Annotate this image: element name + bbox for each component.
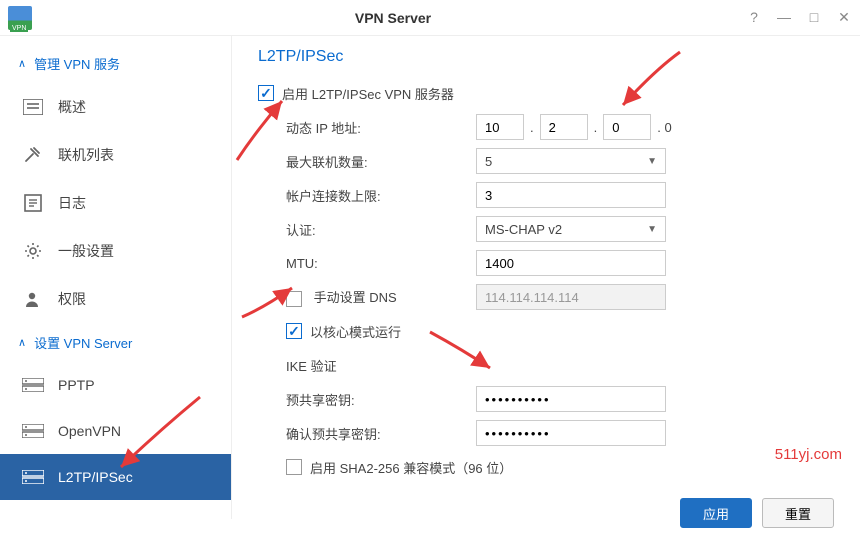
ip-group: . . . 0 (476, 114, 672, 140)
ip-octet-1[interactable] (476, 114, 524, 140)
ip-octet-3[interactable] (603, 114, 651, 140)
plug-icon (22, 146, 44, 164)
psk-label: 预共享密钥: (286, 390, 476, 409)
enable-checkbox[interactable] (258, 85, 274, 101)
select-value: 5 (485, 154, 492, 169)
sha2-label: 启用 SHA2-256 兼容模式（96 位） (310, 458, 512, 477)
sidebar-section-label: 设置 VPN Server (34, 333, 132, 352)
max-conn-row: 最大联机数量: 5 ▼ (258, 144, 834, 178)
mtu-row: MTU: (258, 246, 834, 280)
chevron-up-icon: ∧ (18, 336, 26, 349)
acct-limit-input[interactable] (476, 182, 666, 208)
psk-confirm-label: 确认预共享密钥: (286, 424, 476, 443)
caret-down-icon: ▼ (647, 224, 657, 235)
user-icon (22, 290, 44, 308)
dot: . (530, 120, 534, 135)
titlebar: VPN Server ? — □ ✕ (0, 0, 860, 36)
select-value: MS-CHAP v2 (485, 222, 562, 237)
sidebar-item-label: 概述 (58, 97, 86, 117)
help-icon[interactable]: ? (746, 9, 762, 26)
sidebar-item-label: L2TP/IPSec (58, 469, 133, 485)
acct-limit-row: 帐户连接数上限: (258, 178, 834, 212)
sha2-row: 启用 SHA2-256 兼容模式（96 位） (258, 450, 834, 484)
psk-input[interactable] (476, 386, 666, 412)
manual-dns-checkbox[interactable] (286, 291, 302, 307)
sidebar-item-label: 日志 (58, 193, 86, 213)
reset-button[interactable]: 重置 (762, 498, 834, 528)
footer: 应用 重置 (258, 484, 834, 544)
sidebar-item-label: 权限 (58, 289, 86, 309)
overview-icon (22, 98, 44, 116)
sidebar: ∧ 管理 VPN 服务 概述 联机列表 日志 一般设置 权限 ∧ 设置 VPN … (0, 36, 232, 519)
sha2-checkbox[interactable] (286, 459, 302, 475)
sidebar-item-privilege[interactable]: 权限 (0, 275, 231, 323)
sidebar-item-pptp[interactable]: PPTP (0, 362, 231, 408)
mtu-input[interactable] (476, 250, 666, 276)
max-conn-select[interactable]: 5 ▼ (476, 148, 666, 174)
log-icon (22, 194, 44, 212)
max-conn-label: 最大联机数量: (286, 152, 476, 171)
maximize-icon[interactable]: □ (806, 9, 822, 26)
dot: . (594, 120, 598, 135)
sidebar-section-setup[interactable]: ∧ 设置 VPN Server (0, 323, 231, 362)
sidebar-item-label: OpenVPN (58, 423, 121, 439)
app-icon (8, 6, 32, 30)
acct-limit-label: 帐户连接数上限: (286, 186, 476, 205)
kernel-mode-checkbox[interactable] (286, 323, 302, 339)
psk-row: 预共享密钥: (258, 382, 834, 416)
manual-dns-row: 手动设置 DNS (258, 280, 834, 314)
watermark: 511yj.com (775, 446, 842, 463)
kernel-mode-row: 以核心模式运行 (258, 314, 834, 348)
psk-confirm-row: 确认预共享密钥: (258, 416, 834, 450)
ip-suffix: . 0 (657, 120, 671, 135)
ike-label: IKE 验证 (286, 356, 337, 375)
enable-label: 启用 L2TP/IPSec VPN 服务器 (282, 84, 454, 103)
sidebar-item-log[interactable]: 日志 (0, 179, 231, 227)
window-title: VPN Server (40, 10, 746, 26)
ip-octet-2[interactable] (540, 114, 588, 140)
minimize-icon[interactable]: — (776, 9, 792, 26)
server-icon (22, 468, 44, 486)
ike-section: IKE 验证 (258, 348, 834, 382)
chevron-up-icon: ∧ (18, 57, 26, 70)
psk-confirm-input[interactable] (476, 420, 666, 446)
auth-select[interactable]: MS-CHAP v2 ▼ (476, 216, 666, 242)
content-pane: L2TP/IPSec 启用 L2TP/IPSec VPN 服务器 动态 IP 地… (232, 36, 860, 519)
sidebar-section-label: 管理 VPN 服务 (34, 54, 120, 73)
sidebar-item-overview[interactable]: 概述 (0, 83, 231, 131)
sidebar-item-label: 联机列表 (58, 145, 114, 165)
auth-label: 认证: (286, 220, 476, 239)
kernel-mode-label: 以核心模式运行 (310, 322, 401, 341)
manual-dns-label: 手动设置 DNS (314, 290, 397, 305)
mtu-label: MTU: (286, 256, 476, 271)
enable-row: 启用 L2TP/IPSec VPN 服务器 (258, 76, 834, 110)
sidebar-item-openvpn[interactable]: OpenVPN (0, 408, 231, 454)
dynamic-ip-label: 动态 IP 地址: (286, 118, 476, 137)
page-title: L2TP/IPSec (258, 48, 834, 66)
auth-row: 认证: MS-CHAP v2 ▼ (258, 212, 834, 246)
server-icon (22, 376, 44, 394)
sidebar-item-label: 一般设置 (58, 241, 114, 261)
window-controls: ? — □ ✕ (746, 9, 852, 26)
sidebar-item-l2tp[interactable]: L2TP/IPSec (0, 454, 231, 500)
gear-icon (22, 242, 44, 260)
dns-input (476, 284, 666, 310)
apply-button[interactable]: 应用 (680, 498, 752, 528)
sidebar-section-manage[interactable]: ∧ 管理 VPN 服务 (0, 44, 231, 83)
sidebar-item-connections[interactable]: 联机列表 (0, 131, 231, 179)
close-icon[interactable]: ✕ (836, 9, 852, 26)
caret-down-icon: ▼ (647, 156, 657, 167)
sidebar-item-label: PPTP (58, 377, 95, 393)
server-icon (22, 422, 44, 440)
manual-dns-group: 手动设置 DNS (286, 287, 476, 307)
sidebar-item-general[interactable]: 一般设置 (0, 227, 231, 275)
dynamic-ip-row: 动态 IP 地址: . . . 0 (258, 110, 834, 144)
